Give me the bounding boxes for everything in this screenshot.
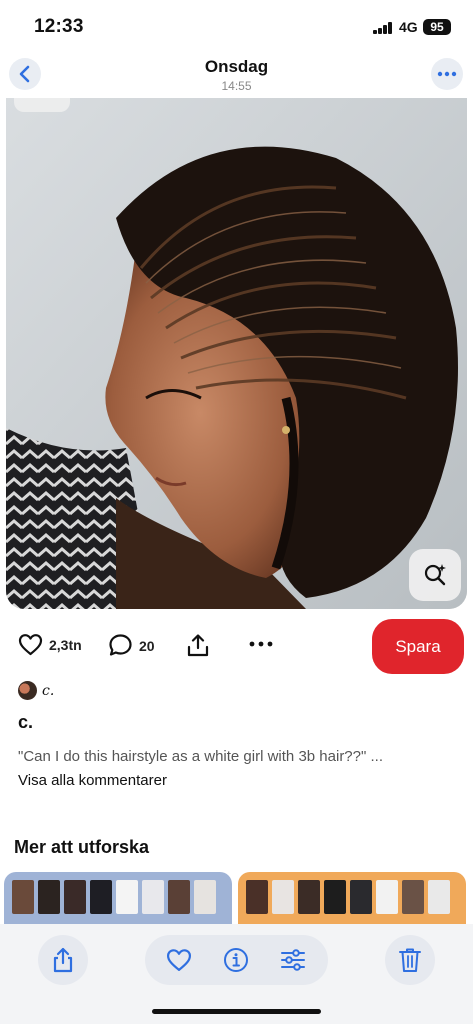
- like-button[interactable]: 2,3tn: [18, 633, 82, 656]
- like-count: 2,3tn: [49, 636, 82, 653]
- status-bar: 12:33 4G 95: [0, 0, 473, 52]
- home-indicator[interactable]: [152, 1009, 321, 1014]
- status-time: 12:33: [34, 16, 84, 37]
- photos-viewer: 12:33 4G 95 Onsdag 14:55 2,3tn 20 Spara …: [0, 0, 473, 1024]
- explore-thumbnails[interactable]: [4, 872, 469, 924]
- comment-bubble-icon: [109, 634, 132, 656]
- sliders-icon: [281, 949, 305, 971]
- top-comment[interactable]: "Can I do this hairstyle as a white girl…: [18, 748, 458, 765]
- more-button[interactable]: [431, 58, 463, 90]
- explore-thumbnail[interactable]: [4, 872, 232, 924]
- comment-button[interactable]: 20: [108, 633, 155, 658]
- bottom-actions-pill: [145, 935, 328, 985]
- share-icon: [187, 634, 209, 657]
- explore-thumbnail[interactable]: [238, 872, 466, 924]
- options-button[interactable]: [249, 641, 273, 647]
- author-name: c.: [42, 682, 55, 699]
- delete-button[interactable]: [385, 935, 435, 985]
- signal-icon: [373, 22, 393, 34]
- ellipsis-icon: [249, 641, 273, 647]
- share-icon: [53, 947, 73, 973]
- adjust-button[interactable]: [280, 947, 306, 973]
- heart-icon: [18, 634, 43, 656]
- braids-photo: [6, 98, 467, 609]
- trash-icon: [399, 948, 421, 972]
- view-all-comments-link[interactable]: Visa alla kommentarer: [18, 772, 167, 789]
- bottom-toolbar: [0, 924, 473, 1024]
- pin-actions: 2,3tn 20 Spara: [0, 619, 473, 675]
- pin-image[interactable]: [6, 98, 467, 609]
- network-type: 4G: [399, 19, 418, 35]
- battery-level: 95: [423, 19, 451, 35]
- info-button[interactable]: [223, 947, 249, 973]
- info-icon: [224, 948, 248, 972]
- header-subtitle: 14:55: [221, 79, 252, 93]
- heart-icon: [166, 949, 192, 971]
- pin-author[interactable]: c.: [18, 681, 54, 700]
- bottom-share-button[interactable]: [38, 935, 88, 985]
- ellipsis-icon: [437, 71, 457, 77]
- favorite-button[interactable]: [166, 947, 192, 973]
- top-drag-tab: [14, 98, 70, 112]
- explore-heading: Mer att utforska: [14, 837, 150, 857]
- header-title: Onsdag: [204, 57, 269, 76]
- save-button[interactable]: Spara: [372, 619, 464, 674]
- avatar: [18, 681, 37, 700]
- comment-count: 20: [139, 637, 155, 654]
- visual-search-icon: [424, 564, 446, 586]
- pin-title: c.: [18, 712, 34, 732]
- visual-search-button[interactable]: [409, 549, 461, 601]
- viewer-header: Onsdag 14:55: [0, 52, 473, 98]
- share-button[interactable]: [186, 633, 210, 658]
